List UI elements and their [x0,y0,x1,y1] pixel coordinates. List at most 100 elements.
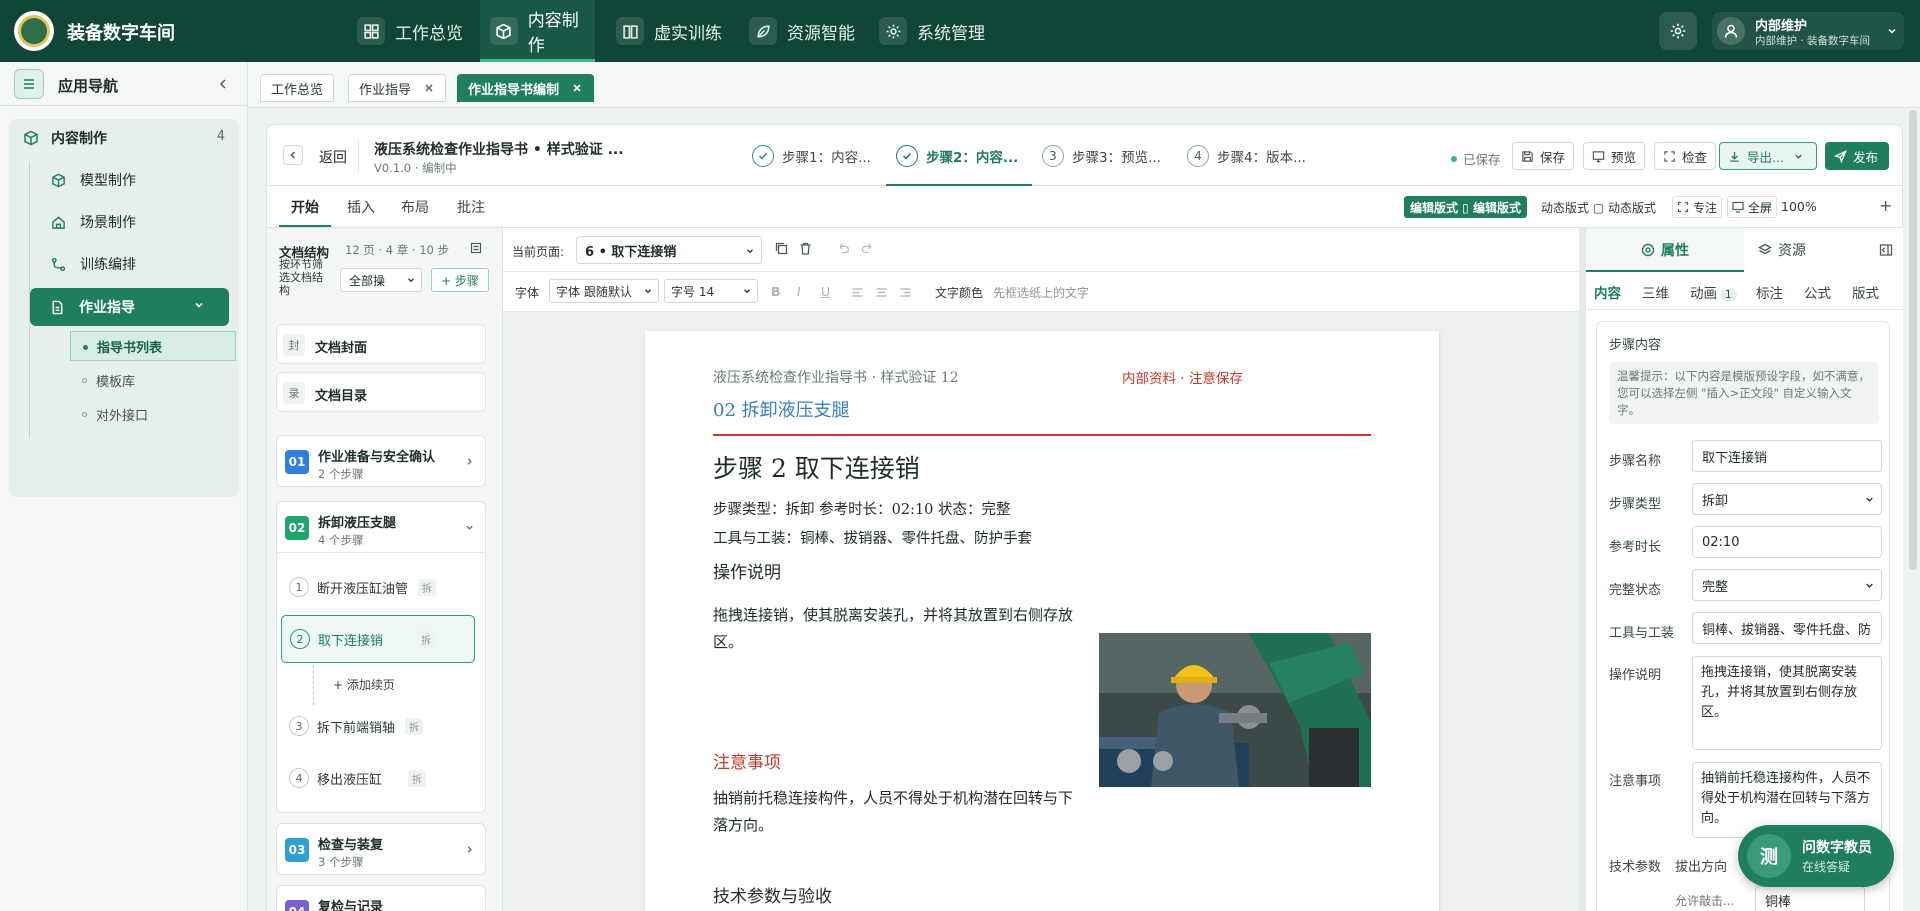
step-type-select[interactable]: 拆卸 [1692,483,1882,515]
assistant-button[interactable]: 测 问数字教员 在线答疑 [1738,825,1894,887]
tools-input[interactable]: 铜棒、拔销器、零件托盘、防 [1692,612,1882,644]
tech-param-input[interactable]: 铜棒 [1755,886,1865,911]
operation-textarea[interactable]: 拖拽连接销，使其脱离安装孔，并将其放置到右侧存放区。 [1692,656,1882,750]
scrollbar[interactable] [1909,110,1917,570]
tab-resources[interactable]: 资源 [1712,228,1852,272]
save-button[interactable]: 保存 [1512,142,1575,170]
ribbon-tab-comment[interactable]: 批注 [457,186,485,227]
wizard-step-2[interactable]: 步骤2：内容... [886,125,1033,187]
tab-label: 作业指导 [359,82,412,98]
align-center-icon[interactable] [875,286,888,299]
back-label[interactable]: 返回 [319,147,347,167]
step-list-item-active[interactable]: 2 取下连接销 拆 [281,615,475,663]
subtab-content[interactable]: 内容 [1594,282,1621,302]
home-icon [51,215,66,230]
chapter-item[interactable]: 02 拆卸液压支腿 4 个步骤 [276,501,486,553]
status-select[interactable]: 完整 [1692,569,1882,601]
bold-button[interactable]: B [771,284,781,299]
collapse-sidebar-icon[interactable] [216,77,230,91]
user-menu[interactable]: 内部维护 内部维护 · 装备数字车间 [1712,12,1904,50]
step-list-item[interactable]: 1 断开液压缸油管 拆 [281,567,475,607]
ribbon-tab-insert[interactable]: 插入 [347,186,375,227]
sidebar-item-training[interactable]: 训练编排 [31,247,221,281]
dynamic-layout-mode-button[interactable]: 动态版式 ▢ 动态版式 [1541,199,1656,216]
back-button[interactable] [283,145,303,165]
subtab-animation[interactable]: 动画 1 [1690,282,1737,302]
undo-icon[interactable] [836,241,851,256]
nav-training[interactable]: 虚实训练 [616,0,726,62]
chevron-right-icon [464,456,475,467]
delete-icon[interactable] [798,241,813,256]
add-continuation-page-button[interactable]: + 添加续页 [333,676,395,693]
sidebar-subitem-templates[interactable]: 模板库 [70,365,236,395]
subtab-annotation[interactable]: 标注 [1756,282,1783,302]
sidebar-item-model[interactable]: 模型制作 [31,163,221,197]
underline-button[interactable]: U [821,284,830,299]
export-button[interactable]: 导出... [1719,142,1817,170]
phase-filter-select[interactable]: 全部操 [340,268,422,292]
tab-work-guide[interactable]: 作业指导 [348,74,447,102]
step-label: 步骤2：内容... [926,150,1019,166]
add-step-button[interactable]: + 步骤 [431,268,489,292]
close-icon[interactable] [423,82,435,94]
chapter-item[interactable]: 03 检查与装复 3 个步骤 [276,823,486,875]
chapter-item[interactable]: 01 作业准备与安全确认 2 个步骤 [276,435,486,487]
collapse-panel-icon[interactable] [1879,243,1893,257]
list-icon[interactable] [470,242,482,254]
bullet-icon [82,412,87,417]
subtab-formula[interactable]: 公式 [1804,282,1831,302]
ribbon-tab-home[interactable]: 开始 [279,186,331,227]
wizard-step-3[interactable]: 3 步骤3：预览... [1042,125,1161,187]
nav-dashboard[interactable]: 工作总览 [357,0,467,62]
sidebar-item-work-guide[interactable]: 作业指导 [30,288,229,326]
close-icon[interactable] [571,82,583,94]
zoom-out-button[interactable]: − [1759,197,1773,216]
sidebar-subitem-api[interactable]: 对外接口 [70,399,236,429]
settings-button[interactable] [1659,12,1697,50]
duration-input[interactable]: 02:10 [1692,526,1882,558]
sidebar-group-header[interactable]: 内容制作 4 [9,119,239,157]
step-name-input[interactable]: 取下连接销 [1692,440,1882,472]
step-list-item[interactable]: 4 移出液压缸 拆 [281,758,475,798]
tab-dashboard[interactable]: 工作总览 [260,74,335,102]
edit-layout-mode-button[interactable]: 编辑版式 ▯ 编辑版式 [1404,196,1527,218]
sidebar-item-scene[interactable]: 场景制作 [31,205,221,239]
text-color-button[interactable]: 文字颜色 [935,284,983,301]
font-size-select[interactable]: 字号 14 [664,279,758,303]
italic-button[interactable]: I [797,284,801,299]
wizard-step-4[interactable]: 4 步骤4：版本... [1187,125,1306,187]
zoom-in-button[interactable]: + [1879,196,1892,215]
current-page-select[interactable]: 6 • 取下连接销 [576,236,762,264]
subtab-layout[interactable]: 版式 [1852,282,1879,302]
subtab-3d[interactable]: 三维 [1642,282,1669,302]
chapter-title: 复检与记录 [318,900,384,911]
focus-button[interactable]: 专注 [1672,196,1723,218]
preview-button[interactable]: 预览 [1583,142,1646,170]
toc-item[interactable]: 录 文档目录 [276,372,486,412]
tab-guide-editor[interactable]: 作业指导书编制 [457,74,595,102]
wizard-step-1[interactable]: 步骤1：内容... [752,125,871,187]
chapter-item[interactable]: 04 复检与记录 [276,885,486,911]
font-family-select[interactable]: 字体 跟随默认 [549,279,659,303]
align-right-icon[interactable] [899,286,912,299]
ribbon-tab-layout[interactable]: 布局 [401,186,429,227]
nav-label: 系统管理 [917,23,985,44]
publish-button[interactable]: 发布 [1825,142,1889,170]
align-left-icon[interactable] [851,286,864,299]
copy-icon[interactable] [774,241,789,256]
menu-toggle-button[interactable] [14,69,44,99]
nav-resources[interactable]: 资源智能 [749,0,859,62]
sidebar-item-label: 作业指导 [79,300,135,316]
document-page[interactable]: 液压系统检查作业指导书 · 样式验证 12 内部资料 · 注意保存 02 拆卸液… [645,331,1439,911]
chevron-down-icon [742,286,752,296]
check-button[interactable]: 检查 [1654,142,1717,170]
redo-icon[interactable] [860,241,875,256]
nav-content[interactable]: 内容制作 [480,0,595,62]
step-list-item[interactable]: 3 拆下前端销轴 拆 [281,706,475,746]
sidebar-subitem-guide-list[interactable]: 指导书列表 [70,331,236,361]
cover-item[interactable]: 封 文档封面 [276,324,486,364]
step-content-form: 步骤内容 温馨提示：以下内容是模版预设字段，如不满意，您可以选择左侧 "插入>正… [1596,321,1890,911]
nav-system[interactable]: 系统管理 [879,0,989,62]
step-photo[interactable] [1099,633,1371,787]
field-label: 工具与工装 [1609,626,1675,641]
